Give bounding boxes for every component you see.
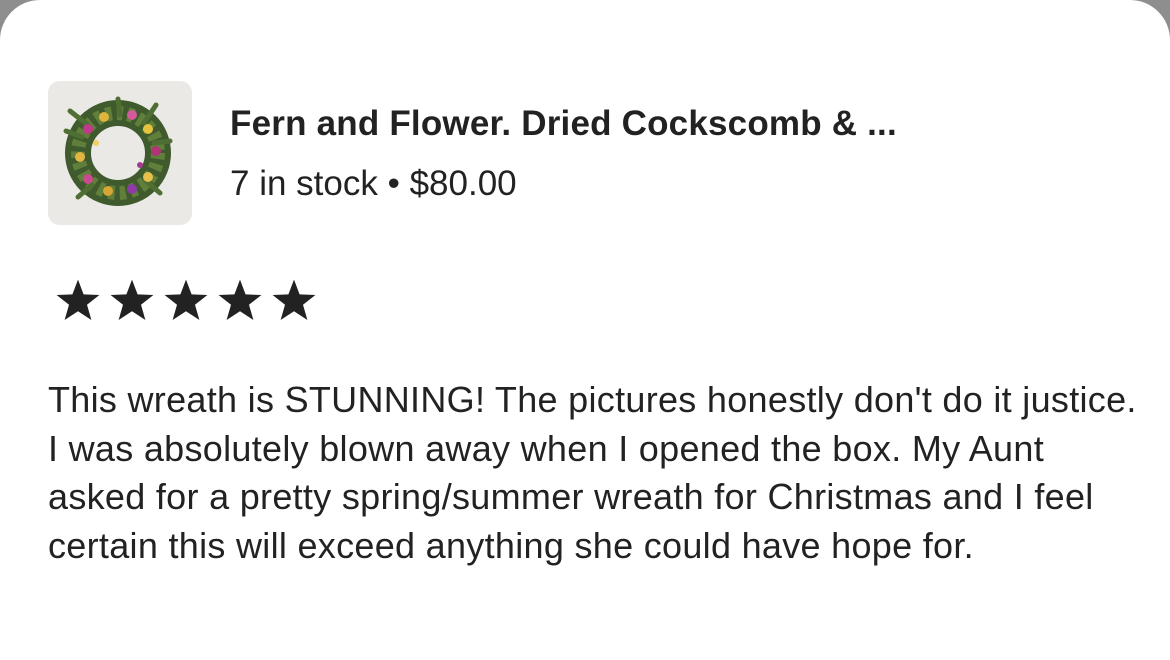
star-filled-icon — [272, 279, 316, 320]
star-filled-icon — [218, 279, 262, 320]
listing-meta: 7 in stock • $80.00 — [230, 164, 517, 204]
star-rating — [53, 278, 319, 324]
review-card: Fern and Flower. Dried Cockscomb & ... 7… — [0, 0, 1170, 660]
meta-separator: • — [387, 164, 400, 203]
listing-title[interactable]: Fern and Flower. Dried Cockscomb & ... — [230, 104, 897, 144]
wreath-image — [48, 81, 192, 225]
star-filled-icon — [56, 279, 100, 320]
listing-price: $80.00 — [409, 164, 517, 203]
star-filled-icon — [110, 279, 154, 320]
listing-thumbnail[interactable] — [48, 81, 192, 225]
review-text: This wreath is STUNNING! The pictures ho… — [48, 379, 1137, 566]
star-filled-icon — [164, 279, 208, 320]
stock-count: 7 in stock — [230, 164, 378, 203]
